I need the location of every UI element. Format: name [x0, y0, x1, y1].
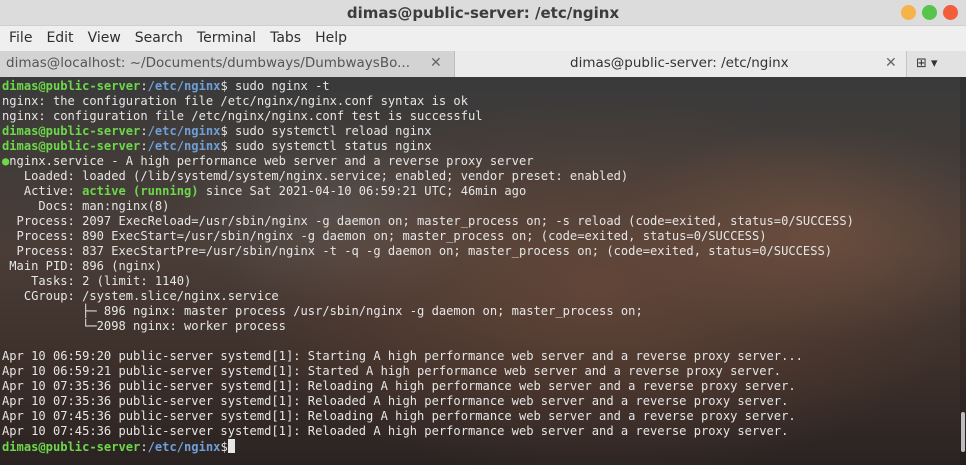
command-line: dimas@public-server:/etc/nginx$ sudo sys…: [2, 139, 854, 154]
command-line: dimas@public-server:/etc/nginx$ sudo ngi…: [2, 79, 854, 94]
prompt-user: dimas@public-server: [2, 124, 141, 138]
prompt-sep: :: [140, 79, 148, 93]
menu-edit[interactable]: Edit: [39, 26, 80, 51]
scrollbar-thumb[interactable]: [961, 412, 965, 452]
tab-bar: dimas@localhost: ~/Documents/dumbways/Du…: [0, 51, 966, 77]
terminal-output[interactable]: dimas@public-server:/etc/nginx$ sudo ngi…: [0, 77, 966, 465]
prompt-dollar: $: [220, 124, 228, 138]
status-process: Process: 890 ExecStart=/usr/sbin/nginx -…: [2, 229, 767, 243]
log-line: Apr 10 07:45:36 public-server systemd[1]…: [2, 424, 789, 438]
command-text: sudo nginx -t: [235, 79, 330, 93]
menu-help[interactable]: Help: [308, 26, 354, 51]
menu-view[interactable]: View: [81, 26, 128, 51]
log-line: Apr 10 07:35:36 public-server systemd[1]…: [2, 394, 789, 408]
maximize-button[interactable]: [922, 5, 937, 20]
status-tasks: Tasks: 2 (limit: 1140): [2, 274, 192, 288]
terminal-window: dimas@public-server: /etc/nginx File Edi…: [0, 0, 966, 465]
output-line: nginx: configuration file /etc/nginx/ngi…: [2, 109, 483, 123]
menu-tabs[interactable]: Tabs: [263, 26, 308, 51]
prompt-sep: :: [140, 139, 148, 153]
menu-terminal[interactable]: Terminal: [190, 26, 263, 51]
status-docs: Docs: man:nginx(8): [2, 199, 170, 213]
status-service-line: ●nginx.service - A high performance web …: [2, 154, 854, 169]
service-name: nginx.service - A high performance web s…: [9, 154, 534, 168]
prompt-dollar: $: [220, 79, 228, 93]
prompt-sep: :: [140, 124, 148, 138]
menu-search[interactable]: Search: [128, 26, 190, 51]
status-active: Active: active (running) since Sat 2021-…: [2, 184, 854, 199]
log-line: Apr 10 07:35:36 public-server systemd[1]…: [2, 379, 796, 393]
window-title: dimas@public-server: /etc/nginx: [346, 4, 620, 22]
command-line: dimas@public-server:/etc/nginx$ sudo sys…: [2, 124, 854, 139]
title-bar[interactable]: dimas@public-server: /etc/nginx: [0, 0, 966, 26]
window-controls: [901, 5, 958, 20]
status-mainpid: Main PID: 896 (nginx): [2, 259, 163, 273]
prompt-dollar: $: [220, 139, 228, 153]
active-label: Active:: [2, 184, 83, 198]
tab-localhost[interactable]: dimas@localhost: ~/Documents/dumbways/Du…: [0, 51, 455, 77]
status-process: Process: 2097 ExecReload=/usr/sbin/nginx…: [2, 214, 854, 228]
tab-close-icon[interactable]: ✕: [885, 51, 897, 76]
prompt-line[interactable]: dimas@public-server:/etc/nginx$: [2, 439, 854, 454]
prompt-path: /etc/nginx: [147, 139, 221, 153]
command-text: sudo systemctl reload nginx: [235, 124, 432, 138]
log-line: Apr 10 07:45:36 public-server systemd[1]…: [2, 409, 796, 423]
tab-public-server[interactable]: dimas@public-server: /etc/nginx ✕: [455, 51, 906, 77]
tab-close-icon[interactable]: ✕: [430, 51, 442, 76]
new-tab-icon: ⊞: [916, 56, 927, 71]
close-button[interactable]: [943, 5, 958, 20]
cgroup-tree-line: └─2098 nginx: worker process: [2, 319, 286, 333]
prompt-sep: :: [140, 440, 148, 454]
active-state: active (running): [82, 184, 199, 198]
chevron-down-icon: ▾: [931, 56, 938, 71]
prompt-user: dimas@public-server: [2, 440, 141, 454]
prompt-path: /etc/nginx: [147, 124, 221, 138]
status-process: Process: 837 ExecStartPre=/usr/sbin/ngin…: [2, 244, 833, 258]
active-since: since Sat 2021-04-10 06:59:21 UTC; 46min…: [198, 184, 527, 198]
menu-bar: File Edit View Search Terminal Tabs Help: [0, 26, 966, 51]
terminal-text: dimas@public-server:/etc/nginx$ sudo ngi…: [2, 79, 854, 454]
new-tab-button[interactable]: ⊞ ▾: [906, 51, 966, 77]
prompt-path: /etc/nginx: [147, 440, 221, 454]
output-line: nginx: the configuration file /etc/nginx…: [2, 94, 468, 108]
menu-file[interactable]: File: [2, 26, 39, 51]
cgroup-tree-line: ├─ 896 nginx: master process /usr/sbin/n…: [2, 304, 643, 318]
log-line: Apr 10 06:59:21 public-server systemd[1]…: [2, 364, 782, 378]
status-loaded: Loaded: loaded (/lib/systemd/system/ngin…: [2, 169, 629, 183]
prompt-path: /etc/nginx: [147, 79, 221, 93]
status-cgroup: CGroup: /system.slice/nginx.service: [2, 289, 279, 303]
prompt-dollar: $: [220, 440, 228, 454]
terminal-scrollbar[interactable]: [960, 77, 966, 465]
text-cursor: [227, 439, 235, 453]
tab-label: dimas@localhost: ~/Documents/dumbways/Du…: [6, 55, 410, 71]
prompt-user: dimas@public-server: [2, 139, 141, 153]
prompt-user: dimas@public-server: [2, 79, 141, 93]
log-line: Apr 10 06:59:20 public-server systemd[1]…: [2, 349, 803, 363]
tab-label: dimas@public-server: /etc/nginx: [570, 55, 789, 71]
command-text: sudo systemctl status nginx: [235, 139, 432, 153]
minimize-button[interactable]: [901, 5, 916, 20]
